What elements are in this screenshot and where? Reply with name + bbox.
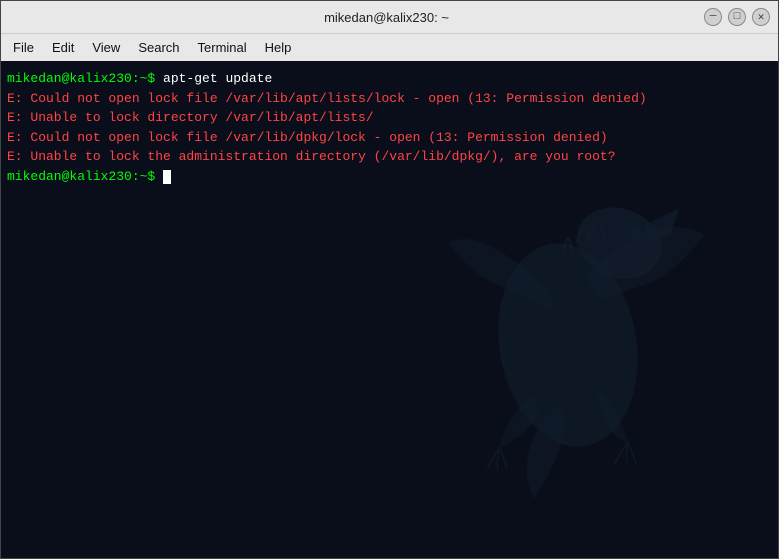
- prompt-1: mikedan@kalix230:~$: [7, 71, 163, 86]
- window-title: mikedan@kalix230: ~: [69, 10, 704, 25]
- menubar: File Edit View Search Terminal Help: [1, 33, 778, 61]
- menu-view[interactable]: View: [84, 37, 128, 58]
- menu-terminal[interactable]: Terminal: [190, 37, 255, 58]
- maximize-button[interactable]: □: [728, 8, 746, 26]
- dragon-watermark: [398, 158, 738, 498]
- line-1: mikedan@kalix230:~$ apt-get update: [7, 69, 772, 89]
- line-6: mikedan@kalix230:~$: [7, 167, 772, 187]
- line-5: E: Unable to lock the administration dir…: [7, 147, 772, 167]
- command-1: apt-get update: [163, 71, 272, 86]
- prompt-2: mikedan@kalix230:~$: [7, 169, 163, 184]
- close-button[interactable]: ✕: [752, 8, 770, 26]
- window-controls: ─ □ ✕: [704, 8, 770, 26]
- terminal-area[interactable]: mikedan@kalix230:~$ apt-get update E: Co…: [1, 61, 778, 558]
- maximize-icon: □: [734, 11, 741, 23]
- menu-search[interactable]: Search: [130, 37, 187, 58]
- menu-help[interactable]: Help: [257, 37, 300, 58]
- close-icon: ✕: [758, 10, 765, 24]
- menu-file[interactable]: File: [5, 37, 42, 58]
- cursor: [163, 170, 171, 184]
- line-3: E: Unable to lock directory /var/lib/apt…: [7, 108, 772, 128]
- minimize-icon: ─: [710, 11, 717, 23]
- menu-edit[interactable]: Edit: [44, 37, 82, 58]
- line-2: E: Could not open lock file /var/lib/apt…: [7, 89, 772, 109]
- terminal-window: mikedan@kalix230: ~ ─ □ ✕ File Edit View…: [0, 0, 779, 559]
- terminal-output: mikedan@kalix230:~$ apt-get update E: Co…: [7, 69, 772, 186]
- minimize-button[interactable]: ─: [704, 8, 722, 26]
- line-4: E: Could not open lock file /var/lib/dpk…: [7, 128, 772, 148]
- titlebar: mikedan@kalix230: ~ ─ □ ✕: [1, 1, 778, 33]
